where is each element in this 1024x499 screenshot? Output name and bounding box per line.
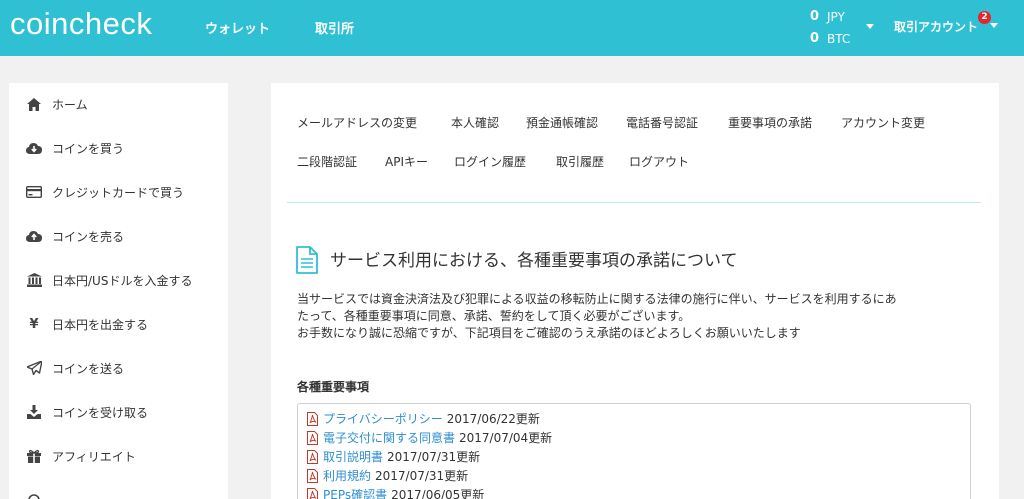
balance-summary[interactable]: 0 JPY 0 BTC bbox=[810, 6, 870, 50]
tab-api-key[interactable]: APIキー bbox=[385, 153, 428, 170]
list-item: 利用規約 2017/07/31更新 bbox=[307, 467, 468, 484]
pdf-icon bbox=[307, 411, 318, 426]
document-date: 2017/06/22更新 bbox=[446, 412, 540, 426]
sidebar-item-receive-coin[interactable]: コインを受け取る bbox=[9, 397, 228, 427]
document-link[interactable]: プライバシーポリシー bbox=[323, 410, 443, 427]
document-list[interactable]: プライバシーポリシー 2017/06/22更新 電子交付に関する同意書 2017… bbox=[297, 403, 971, 499]
pdf-icon bbox=[307, 468, 318, 483]
bank-icon bbox=[26, 272, 42, 288]
account-chevron-down-icon[interactable] bbox=[990, 23, 998, 28]
sidebar-item-withdraw[interactable]: ¥ 日本円を出金する bbox=[9, 309, 228, 339]
intro-line: 当サービスでは資金決済法及び犯罪による収益の移転防止に関する法律の施行に伴い、サ… bbox=[297, 292, 897, 306]
tab-account-change[interactable]: アカウント変更 bbox=[841, 114, 925, 131]
document-link[interactable]: 利用規約 bbox=[323, 467, 371, 484]
cloud-download-icon bbox=[26, 140, 42, 156]
sidebar-item-home[interactable]: ホーム bbox=[9, 89, 228, 119]
tab-passbook-verification[interactable]: 預金通帳確認 bbox=[526, 114, 598, 131]
credit-card-icon bbox=[26, 184, 42, 200]
jpy-balance: 0 bbox=[810, 9, 820, 24]
page-title: サービス利用における、各種重要事項の承諾について bbox=[330, 251, 738, 271]
sidebar: ホーム コインを買う クレジットカードで買う コインを売る 日本円/USドルを入… bbox=[9, 83, 228, 499]
yen-icon: ¥ bbox=[29, 316, 39, 332]
document-date: 2017/07/04更新 bbox=[459, 431, 553, 445]
sidebar-item-deposit[interactable]: 日本円/USドルを入金する bbox=[9, 265, 228, 295]
document-icon bbox=[295, 246, 319, 278]
sidebar-item-credit-card[interactable]: クレジットカードで買う bbox=[9, 177, 228, 207]
logo[interactable]: coincheck bbox=[10, 6, 152, 42]
sidebar-item-partial[interactable] bbox=[9, 485, 228, 499]
tab-phone-verification[interactable]: 電話番号認証 bbox=[626, 114, 698, 131]
tab-email-change[interactable]: メールアドレスの変更 bbox=[297, 114, 417, 131]
section-title: 各種重要事項 bbox=[297, 380, 370, 394]
document-link[interactable]: 電子交付に関する同意書 bbox=[323, 429, 455, 446]
document-date: 2017/06/05更新 bbox=[391, 488, 485, 499]
sidebar-item-sell-coin[interactable]: コインを売る bbox=[9, 221, 228, 251]
sidebar-item-affiliate[interactable]: アフィリエイト bbox=[9, 441, 228, 471]
btc-balance: 0 bbox=[810, 31, 820, 46]
tab-identity-verification[interactable]: 本人確認 bbox=[451, 114, 499, 131]
tab-important-consent[interactable]: 重要事項の承諾 bbox=[728, 114, 812, 131]
gift-icon bbox=[26, 448, 42, 464]
nav-wallet[interactable]: ウォレット bbox=[205, 18, 270, 37]
nav-exchange[interactable]: 取引所 bbox=[315, 18, 354, 37]
list-item: 取引説明書 2017/07/31更新 bbox=[307, 448, 480, 465]
divider bbox=[287, 202, 981, 203]
notification-badge[interactable]: 2 bbox=[978, 11, 991, 24]
tab-trade-history[interactable]: 取引履歴 bbox=[556, 153, 604, 170]
btc-currency: BTC bbox=[827, 32, 851, 46]
top-bar: coincheck ウォレット 取引所 0 JPY 0 BTC 取引アカウント … bbox=[0, 0, 1024, 56]
account-menu[interactable]: 取引アカウント bbox=[894, 18, 978, 35]
document-link[interactable]: 取引説明書 bbox=[323, 448, 383, 465]
home-icon bbox=[26, 96, 42, 112]
sidebar-item-label: クレジットカードで買う bbox=[52, 185, 185, 200]
sidebar-item-label: コインを送る bbox=[52, 361, 125, 376]
paper-plane-icon bbox=[26, 360, 42, 376]
list-item: PEPs確認書 2017/06/05更新 bbox=[307, 486, 484, 499]
cloud-upload-icon bbox=[26, 228, 42, 244]
list-item: プライバシーポリシー 2017/06/22更新 bbox=[307, 410, 540, 427]
pdf-icon bbox=[307, 449, 318, 464]
balance-chevron-down-icon[interactable] bbox=[866, 24, 874, 29]
intro-line: お手数になり誠に恐縮ですが、下記項目をご確認のうえ承諾のほどよろしくお願いいたし… bbox=[297, 326, 801, 340]
tab-logout[interactable]: ログアウト bbox=[629, 153, 689, 170]
sidebar-item-label: アフィリエイト bbox=[52, 449, 136, 464]
list-item: 電子交付に関する同意書 2017/07/04更新 bbox=[307, 429, 552, 446]
tab-two-factor[interactable]: 二段階認証 bbox=[297, 153, 357, 170]
sidebar-item-label: 日本円/USドルを入金する bbox=[52, 273, 193, 288]
download-icon bbox=[26, 404, 42, 420]
sidebar-item-label: コインを受け取る bbox=[52, 405, 149, 420]
tab-login-history[interactable]: ログイン履歴 bbox=[454, 153, 526, 170]
sidebar-item-buy-coin[interactable]: コインを買う bbox=[9, 133, 228, 163]
sidebar-item-label: ホーム bbox=[52, 97, 88, 112]
pdf-icon bbox=[307, 430, 318, 445]
intro-line: たって、各種重要事項に同意、承諾、誓約をして頂く必要がございます。 bbox=[297, 309, 691, 323]
document-date: 2017/07/31更新 bbox=[375, 469, 469, 483]
user-icon bbox=[26, 492, 42, 499]
document-date: 2017/07/31更新 bbox=[387, 450, 481, 464]
main-panel: メールアドレスの変更 本人確認 預金通帳確認 電話番号認証 重要事項の承諾 アカ… bbox=[271, 83, 999, 499]
sidebar-item-label: コインを買う bbox=[52, 141, 125, 156]
pdf-icon bbox=[307, 487, 318, 499]
sidebar-item-label: 日本円を出金する bbox=[52, 317, 149, 332]
sidebar-item-send-coin[interactable]: コインを送る bbox=[9, 353, 228, 383]
document-link[interactable]: PEPs確認書 bbox=[323, 486, 387, 499]
jpy-currency: JPY bbox=[827, 10, 845, 24]
sidebar-item-label: コインを売る bbox=[52, 229, 125, 244]
intro-text: 当サービスでは資金決済法及び犯罪による収益の移転防止に関する法律の施行に伴い、サ… bbox=[297, 291, 987, 342]
